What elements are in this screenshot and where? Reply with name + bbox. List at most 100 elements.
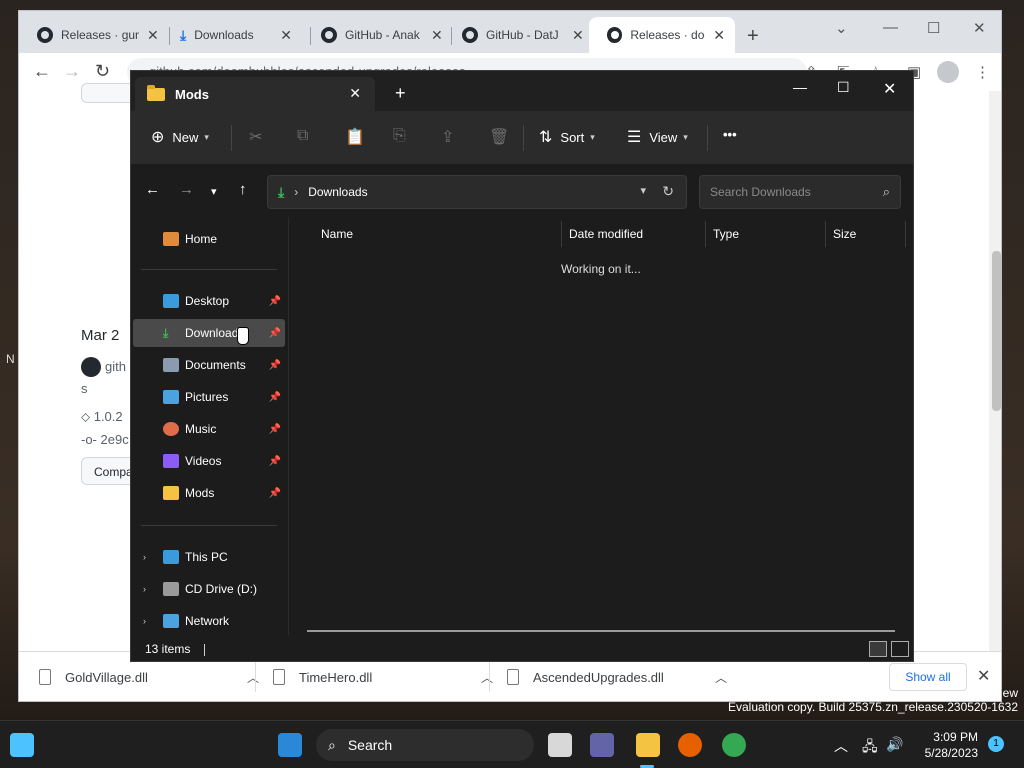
back-arrow-icon[interactable]: ←: [33, 61, 51, 82]
new-tab-button[interactable]: +: [747, 25, 759, 48]
more-options-button[interactable]: •••: [723, 127, 737, 142]
chrome-tab-releases-doo[interactable]: Releases · doo ✕: [589, 17, 735, 53]
menu-dots-icon[interactable]: ⋮: [975, 63, 990, 81]
tab-search-icon[interactable]: ⌄: [835, 19, 848, 37]
paste-icon[interactable]: 📋: [345, 127, 365, 147]
up-arrow-icon[interactable]: ↑: [239, 181, 247, 198]
network-icon[interactable]: 🖧: [862, 736, 878, 760]
reload-icon[interactable]: ↻: [95, 61, 110, 82]
breadcrumb-chevron-icon[interactable]: ›: [294, 185, 298, 199]
column-divider[interactable]: [705, 221, 706, 247]
chrome-tab-releases-gum[interactable]: Releases · gum ✕: [19, 17, 169, 53]
chevron-up-icon[interactable]: ︿: [481, 669, 493, 686]
page-scrollbar[interactable]: [989, 91, 1001, 661]
column-header-name[interactable]: Name: [321, 227, 353, 241]
chevron-right-icon[interactable]: ›: [143, 616, 146, 626]
maximize-icon[interactable]: ☐: [927, 19, 940, 37]
minimize-icon[interactable]: —: [883, 19, 898, 36]
clock[interactable]: 3:09 PM 5/28/2023: [912, 729, 978, 761]
file-explorer-icon[interactable]: [636, 733, 660, 757]
pin-icon[interactable]: 📌: [269, 424, 281, 435]
close-icon[interactable]: ✕: [349, 85, 361, 102]
sidebar-item-music[interactable]: Music 📌: [133, 415, 285, 443]
release-tag[interactable]: ⬦ 1.0.2: [81, 409, 123, 425]
close-icon[interactable]: ✕: [977, 666, 990, 686]
close-icon[interactable]: ✕: [973, 19, 986, 37]
rename-icon[interactable]: ⎘: [393, 127, 406, 145]
column-header-type[interactable]: Type: [713, 227, 739, 241]
details-view-icon[interactable]: [869, 641, 887, 657]
chevron-right-icon[interactable]: ›: [143, 552, 146, 562]
sidebar-item-pictures[interactable]: Pictures 📌: [133, 383, 285, 411]
horizontal-scrollbar[interactable]: [307, 630, 895, 632]
address-bar[interactable]: ⤓ › Downloads ▾ ↻: [267, 175, 687, 209]
pin-icon[interactable]: 📌: [269, 488, 281, 499]
sidebar-item-cd-drive[interactable]: › CD Drive (D:): [133, 575, 285, 603]
close-icon[interactable]: ✕: [883, 79, 896, 99]
share-icon[interactable]: ⇪: [441, 127, 454, 147]
forward-arrow-icon[interactable]: →: [179, 181, 194, 198]
task-view-icon[interactable]: [548, 733, 572, 757]
maximize-icon[interactable]: ☐: [837, 79, 850, 96]
back-arrow-icon[interactable]: ←: [145, 181, 160, 198]
chevron-up-icon[interactable]: ︿: [715, 669, 727, 686]
pin-icon[interactable]: 📌: [269, 296, 281, 307]
windows-start-icon[interactable]: [278, 733, 302, 757]
close-icon[interactable]: ✕: [713, 27, 725, 44]
minimize-icon[interactable]: —: [793, 79, 807, 95]
column-header-size[interactable]: Size: [833, 227, 856, 241]
scrollbar-thumb[interactable]: [992, 251, 1001, 411]
close-icon[interactable]: ✕: [572, 27, 584, 44]
taskbar-search[interactable]: ⌕ Search: [316, 729, 534, 761]
column-divider[interactable]: [825, 221, 826, 247]
chrome-tab-github-datj[interactable]: GitHub - DatJ ✕: [444, 17, 594, 53]
column-header-date-modified[interactable]: Date modified: [569, 227, 643, 241]
sidebar-item-home[interactable]: Home: [133, 225, 285, 253]
volume-icon[interactable]: 🔊: [886, 736, 903, 753]
column-divider[interactable]: [561, 221, 562, 247]
sidebar-item-documents[interactable]: Documents 📌: [133, 351, 285, 379]
notification-badge[interactable]: 1: [988, 736, 1004, 752]
chrome-tab-github-anak[interactable]: GitHub - Anak ✕: [303, 17, 453, 53]
sidebar-item-downloads[interactable]: ⤓ Downloads 📌: [133, 319, 285, 347]
close-icon[interactable]: ✕: [431, 27, 443, 44]
explorer-tab[interactable]: Mods ✕: [135, 77, 375, 111]
widgets-icon[interactable]: [10, 733, 34, 757]
pin-icon[interactable]: 📌: [269, 456, 281, 467]
chevron-down-icon[interactable]: ▾: [640, 184, 646, 197]
pin-icon[interactable]: 📌: [269, 360, 281, 371]
release-author[interactable]: gith: [105, 359, 126, 374]
github-avatar-icon[interactable]: [81, 357, 101, 377]
chrome-icon[interactable]: [722, 733, 746, 757]
chrome-tab-downloads[interactable]: ⤓ Downloads ✕: [162, 17, 302, 53]
close-icon[interactable]: ✕: [147, 27, 159, 44]
cut-icon[interactable]: ✂: [249, 127, 262, 147]
forward-arrow-icon[interactable]: →: [63, 61, 81, 82]
firefox-icon[interactable]: [678, 733, 702, 757]
sidebar-item-desktop[interactable]: Desktop 📌: [133, 287, 285, 315]
pin-icon[interactable]: 📌: [269, 392, 281, 403]
sidebar-item-this-pc[interactable]: › This PC: [133, 543, 285, 571]
teams-chat-icon[interactable]: [590, 733, 614, 757]
sidebar-item-videos[interactable]: Videos 📌: [133, 447, 285, 475]
pin-icon[interactable]: 📌: [269, 328, 281, 339]
copy-icon[interactable]: ⧉: [297, 127, 308, 145]
sidebar-item-network[interactable]: › Network: [133, 607, 285, 635]
recent-locations-icon[interactable]: ▾: [211, 185, 217, 198]
release-commit[interactable]: -o- 2e9c: [81, 432, 129, 447]
chevron-up-icon[interactable]: ︿: [834, 736, 848, 756]
tiles-view-icon[interactable]: [891, 641, 909, 657]
sidebar-item-mods[interactable]: Mods 📌: [133, 479, 285, 507]
breadcrumb-current[interactable]: Downloads: [308, 185, 367, 199]
close-icon[interactable]: ✕: [280, 27, 292, 44]
chevron-right-icon[interactable]: ›: [143, 584, 146, 594]
show-all-button[interactable]: Show all: [889, 663, 967, 691]
refresh-icon[interactable]: ↻: [662, 183, 674, 200]
column-divider[interactable]: [905, 221, 906, 247]
avatar[interactable]: [937, 61, 959, 83]
new-tab-button[interactable]: +: [395, 83, 406, 104]
chevron-up-icon[interactable]: ︿: [247, 669, 259, 686]
delete-icon[interactable]: 🗑: [489, 127, 509, 147]
new-button[interactable]: ⊕ New ▾: [151, 127, 209, 147]
view-button[interactable]: ☰ View ▾: [627, 127, 688, 147]
